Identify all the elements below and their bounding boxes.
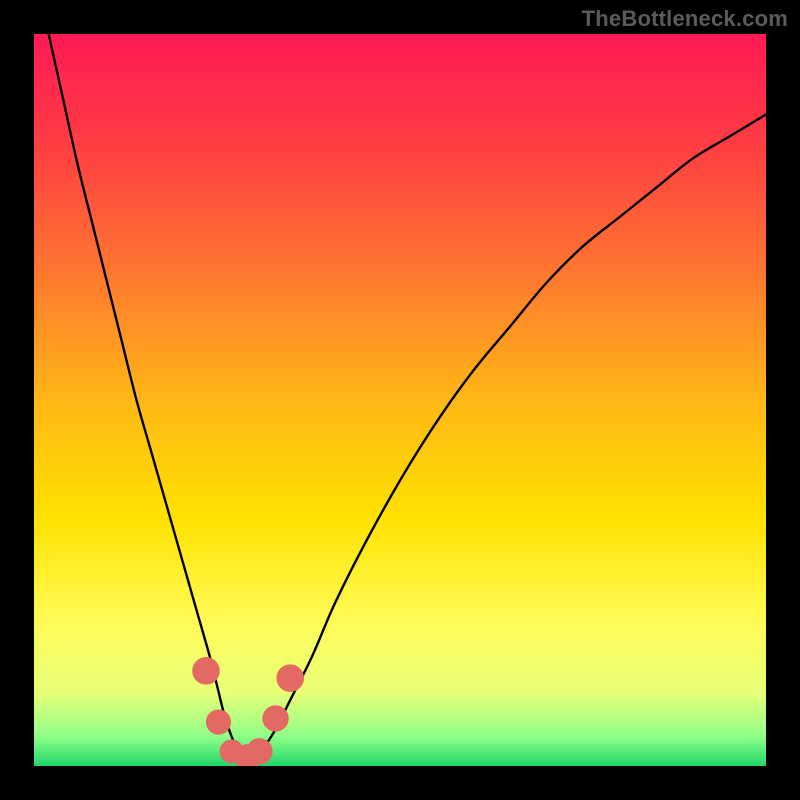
curve-marker [192,657,220,685]
curve-marker [246,738,272,764]
bottleneck-chart [34,34,766,766]
curve-marker [262,705,288,731]
chart-frame: TheBottleneck.com [0,0,800,800]
curve-marker [276,664,304,692]
gradient-background [34,34,766,766]
curve-marker [206,709,231,734]
watermark-text: TheBottleneck.com [582,6,788,32]
